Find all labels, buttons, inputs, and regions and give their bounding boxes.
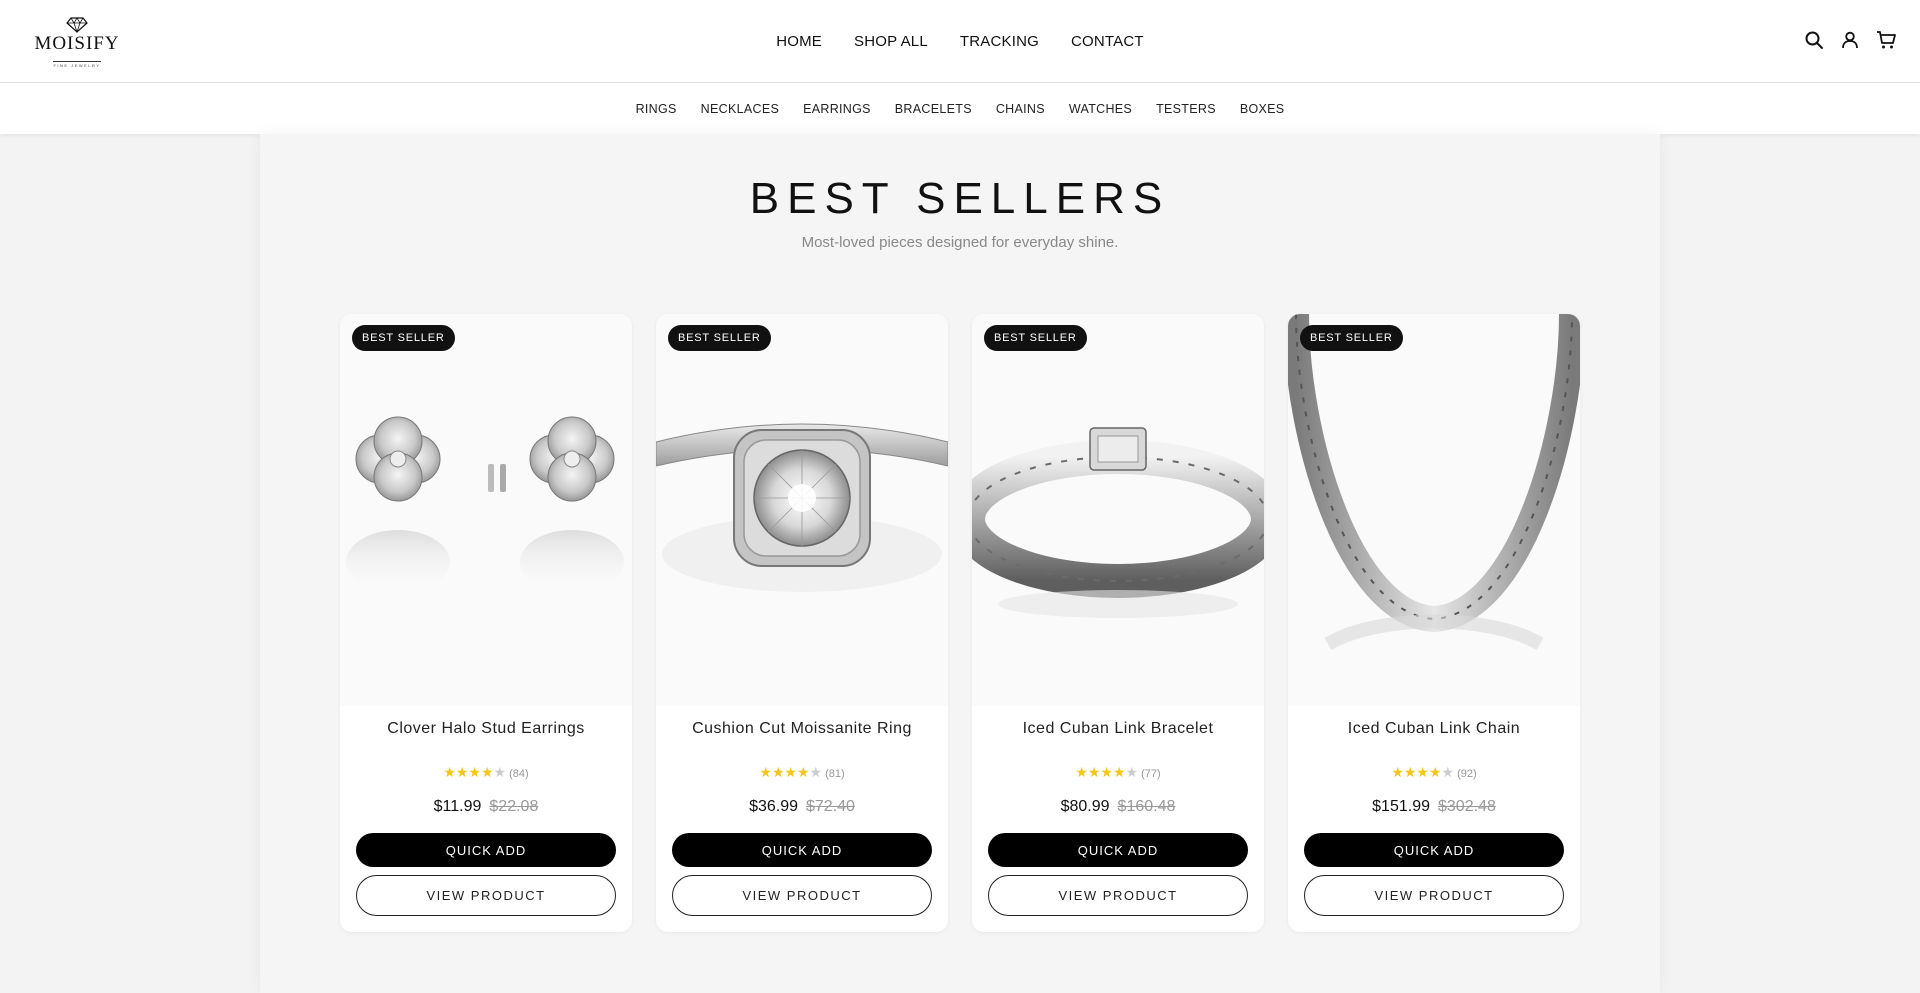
product-card[interactable]: BEST SELLER Iced Cuban Link Bracelet ★★★…	[972, 314, 1264, 932]
bracelet-image	[972, 427, 1264, 618]
view-product-button[interactable]: VIEW PRODUCT	[988, 875, 1248, 916]
product-name[interactable]: Iced Cuban Link Chain	[1288, 720, 1580, 738]
product-price: $151.99 $302.48	[1288, 798, 1580, 816]
star-empty-icon: ★	[1441, 764, 1455, 780]
brand-tagline: FINE JEWELRY	[53, 61, 101, 68]
nav-home[interactable]: HOME	[776, 33, 822, 50]
category-watches[interactable]: WATCHES	[1069, 102, 1132, 116]
product-image[interactable]: BEST SELLER	[340, 314, 632, 706]
product-price: $11.99 $22.08	[340, 798, 632, 816]
product-rating: ★★★★★ (92)	[1288, 764, 1580, 781]
product-image[interactable]: BEST SELLER	[656, 314, 948, 706]
section-subtitle: Most-loved pieces designed for everyday …	[801, 234, 1119, 251]
product-price: $36.99 $72.40	[656, 798, 948, 816]
category-necklaces[interactable]: NECKLACES	[701, 102, 779, 116]
nav-shop-all[interactable]: SHOP ALL	[854, 33, 928, 50]
quick-add-button[interactable]: QUICK ADD	[672, 833, 932, 867]
product-name[interactable]: Iced Cuban Link Bracelet	[972, 720, 1264, 738]
product-image[interactable]: BEST SELLER	[1288, 314, 1580, 706]
best-seller-badge: BEST SELLER	[352, 325, 455, 351]
best-seller-badge: BEST SELLER	[984, 325, 1087, 351]
star-empty-icon: ★	[809, 764, 823, 780]
star-icon: ★★★★	[759, 764, 810, 780]
category-chains[interactable]: CHAINS	[996, 102, 1045, 116]
best-seller-badge: BEST SELLER	[668, 325, 771, 351]
product-rating: ★★★★★ (77)	[972, 764, 1264, 781]
chain-image	[1288, 314, 1580, 651]
best-sellers-section: BEST SELLERS Most-loved pieces designed …	[260, 134, 1660, 993]
earrings-image	[346, 416, 624, 594]
sale-price: $151.99	[1372, 798, 1430, 815]
diamond-icon	[66, 17, 88, 33]
product-rating: ★★★★★ (84)	[340, 764, 632, 781]
star-empty-icon: ★	[493, 764, 507, 780]
brand-logo[interactable]: MOISIFY FINE JEWELRY	[33, 17, 121, 68]
product-name[interactable]: Clover Halo Stud Earrings	[340, 720, 632, 738]
sale-price: $80.99	[1060, 798, 1110, 815]
category-earrings[interactable]: EARRINGS	[803, 102, 871, 116]
nav-tracking[interactable]: TRACKING	[960, 33, 1039, 50]
search-icon[interactable]	[1804, 30, 1824, 50]
compare-price: $22.08	[489, 798, 539, 815]
quick-add-button[interactable]: QUICK ADD	[356, 833, 616, 867]
star-icon: ★★★★	[1391, 764, 1442, 780]
category-rings[interactable]: RINGS	[636, 102, 677, 116]
best-seller-badge: BEST SELLER	[1300, 325, 1403, 351]
brand-name: MOISIFY	[34, 33, 120, 54]
product-name[interactable]: Cushion Cut Moissanite Ring	[656, 720, 948, 738]
star-empty-icon: ★	[1125, 764, 1139, 780]
header-icons	[1804, 30, 1896, 50]
ring-image	[656, 423, 948, 592]
sale-price: $36.99	[749, 798, 798, 815]
review-count: (92)	[1457, 768, 1477, 780]
review-count: (77)	[1141, 768, 1161, 780]
category-testers[interactable]: TESTERS	[1156, 102, 1216, 116]
product-price: $80.99 $160.48	[972, 798, 1264, 816]
sale-price: $11.99	[433, 798, 482, 815]
compare-price: $160.48	[1117, 798, 1176, 815]
product-card[interactable]: BEST SELLER Iced Cuban Link Chain ★★★★★(…	[1288, 314, 1580, 932]
product-card[interactable]: BEST SELLER Clover Halo Stud Earrings ★★…	[340, 314, 632, 932]
product-card[interactable]: BEST SELLER Cushion Cut Moissanite Ring …	[656, 314, 948, 932]
main-nav: HOME SHOP ALL TRACKING CONTACT	[0, 0, 1920, 83]
view-product-button[interactable]: VIEW PRODUCT	[1304, 875, 1564, 916]
section-title: BEST SELLERS	[749, 174, 1171, 223]
review-count: (81)	[825, 768, 845, 780]
product-rating: ★★★★★ (81)	[656, 764, 948, 781]
top-header: MOISIFY FINE JEWELRY HOME SHOP ALL TRACK…	[0, 0, 1920, 83]
star-icon: ★★★★	[443, 764, 494, 780]
compare-price: $72.40	[806, 798, 855, 815]
category-boxes[interactable]: BOXES	[1240, 102, 1285, 116]
cart-icon[interactable]	[1876, 30, 1896, 50]
quick-add-button[interactable]: QUICK ADD	[1304, 833, 1564, 867]
review-count: (84)	[509, 768, 529, 780]
category-nav: RINGS NECKLACES EARRINGS BRACELETS CHAIN…	[0, 83, 1920, 134]
account-icon[interactable]	[1840, 30, 1860, 50]
product-image[interactable]: BEST SELLER	[972, 314, 1264, 706]
view-product-button[interactable]: VIEW PRODUCT	[672, 875, 932, 916]
category-bracelets[interactable]: BRACELETS	[895, 102, 972, 116]
quick-add-button[interactable]: QUICK ADD	[988, 833, 1248, 867]
view-product-button[interactable]: VIEW PRODUCT	[356, 875, 616, 916]
nav-contact[interactable]: CONTACT	[1071, 33, 1144, 50]
compare-price: $302.48	[1438, 798, 1496, 815]
star-icon: ★★★★	[1075, 764, 1126, 780]
